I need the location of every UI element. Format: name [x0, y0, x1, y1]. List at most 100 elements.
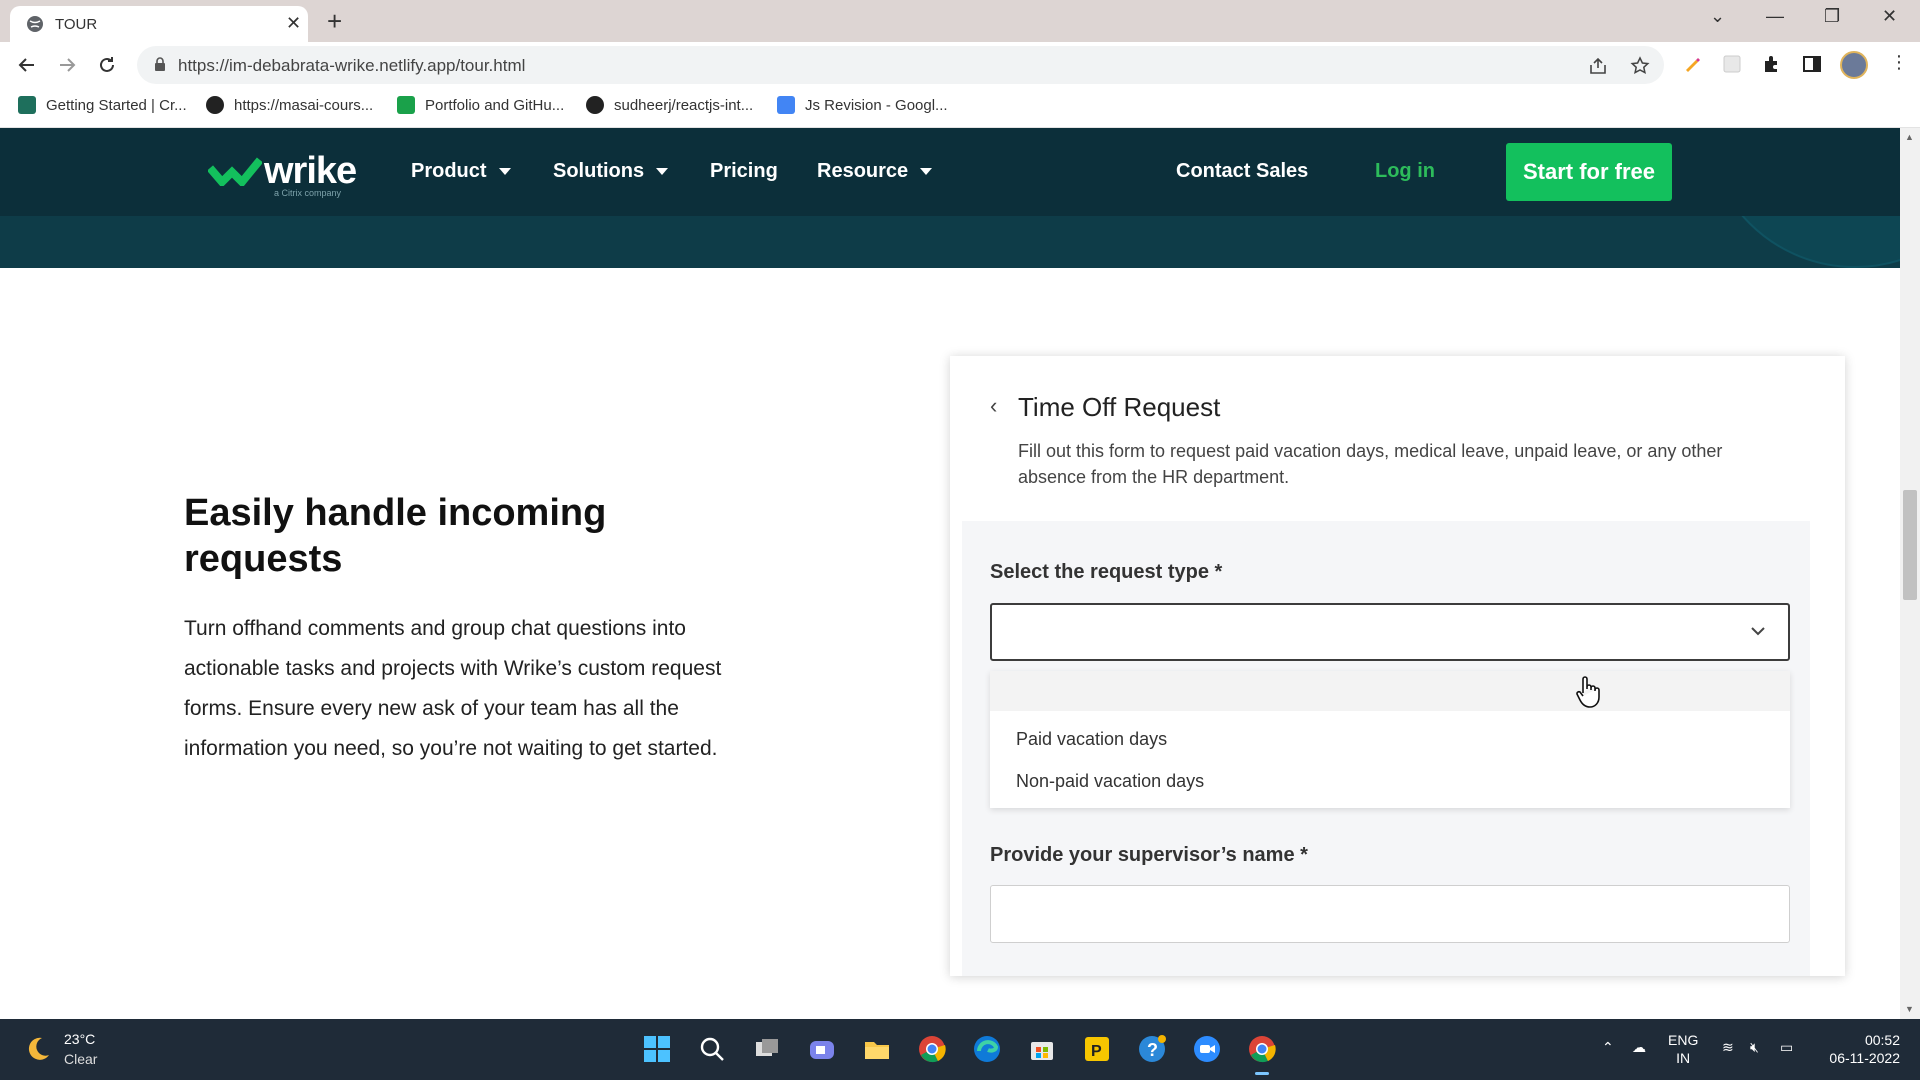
site-header: wrike a Citrix company Product Solutions…: [0, 128, 1900, 268]
page-viewport: wrike a Citrix company Product Solutions…: [0, 128, 1900, 1019]
logo-subtitle: a Citrix company: [274, 188, 342, 198]
logo-wordmark: wrike: [264, 150, 357, 192]
back-chevron-icon[interactable]: ‹: [990, 393, 997, 419]
scroll-up-arrow-icon[interactable]: ▲: [1905, 132, 1914, 142]
close-window-icon[interactable]: ✕: [1882, 6, 1897, 27]
chrome-icon[interactable]: [915, 1032, 949, 1066]
task-view-icon[interactable]: [750, 1032, 784, 1066]
bookmark-label: Getting Started | Cr...: [46, 96, 187, 114]
moon-icon: [28, 1037, 49, 1060]
bookmark-item[interactable]: Portfolio and GitHu...: [397, 96, 564, 114]
restore-icon[interactable]: ❐: [1824, 6, 1840, 27]
input-language[interactable]: ENG IN: [1668, 1031, 1698, 1067]
zoom-icon[interactable]: [1190, 1032, 1224, 1066]
bookmark-item[interactable]: sudheerj/reactjs-int...: [586, 96, 753, 114]
extensions-puzzle-icon[interactable]: [1762, 54, 1782, 74]
option-paid-vacation[interactable]: Paid vacation days: [990, 719, 1790, 759]
option-non-paid-vacation[interactable]: Non-paid vacation days: [990, 761, 1790, 801]
bookmark-star-icon[interactable]: [1630, 56, 1650, 76]
close-tab-icon[interactable]: ✕: [286, 14, 301, 32]
caret-down-icon: [656, 168, 669, 175]
minimize-icon[interactable]: —: [1766, 6, 1784, 27]
system-clock[interactable]: 00:52 06-11-2022: [1816, 1031, 1900, 1067]
back-icon[interactable]: [14, 52, 40, 78]
github-icon: [586, 96, 604, 114]
caret-down-icon: [920, 168, 933, 175]
page-scrollbar[interactable]: ▲ ▼: [1900, 128, 1920, 1019]
form-title: Time Off Request: [1018, 392, 1221, 422]
nav-pricing-label: Pricing: [710, 160, 778, 182]
time-off-form-panel: ‹ Time Off Request Fill out this form to…: [950, 356, 1845, 976]
extension-placeholder-icon[interactable]: [1722, 54, 1742, 74]
url-text: https://im-debabrata-wrike.netlify.app/t…: [178, 56, 526, 75]
caret-down-icon: [498, 168, 511, 175]
section-body: Turn offhand comments and group chat que…: [184, 617, 722, 760]
bookmark-item[interactable]: Js Revision - Googl...: [777, 96, 948, 114]
svg-text:P: P: [1091, 1043, 1102, 1060]
globe-icon: [206, 96, 224, 114]
section-headline: Easily handle incoming requests: [184, 492, 607, 580]
volume-muted-icon[interactable]: 🔇︎: [1750, 1039, 1759, 1056]
nav-pricing[interactable]: Pricing: [710, 160, 778, 183]
battery-icon[interactable]: ▭: [1780, 1039, 1793, 1056]
bookmark-item[interactable]: Getting Started | Cr...: [18, 96, 187, 114]
nav-product-label: Product: [411, 160, 487, 182]
tray-chevron-up-icon[interactable]: ⌃: [1602, 1039, 1614, 1056]
request-type-label: Select the request type *: [990, 561, 1223, 583]
notes-app-icon[interactable]: P: [1080, 1032, 1114, 1066]
language-code: ENG: [1668, 1032, 1699, 1048]
lock-icon: [155, 57, 165, 71]
start-menu-icon[interactable]: [640, 1032, 674, 1066]
browser-tab-bar: TOUR ✕ + ⌄ — ❐ ✕: [0, 0, 1920, 42]
tab-search-icon[interactable]: ⌄: [1710, 6, 1725, 27]
bookmark-label: Portfolio and GitHu...: [425, 96, 565, 114]
nav-product[interactable]: Product: [411, 160, 511, 183]
search-icon[interactable]: [695, 1032, 729, 1066]
request-type-select[interactable]: [990, 603, 1790, 661]
bookmarks-bar: Getting Started | Cr... https://masai-co…: [0, 88, 1920, 128]
new-tab-icon[interactable]: +: [327, 8, 342, 34]
bookmark-item[interactable]: https://masai-cours...: [206, 96, 373, 114]
wifi-icon[interactable]: ≋: [1722, 1039, 1734, 1056]
browser-tab[interactable]: TOUR ✕: [10, 6, 308, 42]
bookmark-label: Js Revision - Googl...: [805, 96, 948, 114]
scroll-down-arrow-icon[interactable]: ▼: [1905, 1004, 1914, 1014]
address-bar[interactable]: https://im-debabrata-wrike.netlify.app/t…: [137, 46, 1664, 84]
help-icon[interactable]: ?: [1135, 1032, 1169, 1066]
profile-avatar[interactable]: [1840, 51, 1868, 79]
onedrive-offline-icon[interactable]: ☁: [1632, 1039, 1646, 1056]
teams-chat-icon[interactable]: [805, 1032, 839, 1066]
bookmark-label: sudheerj/reactjs-int...: [614, 96, 754, 114]
forward-icon[interactable]: [54, 52, 80, 78]
supervisor-name-label: Provide your supervisor’s name *: [990, 844, 1308, 866]
more-menu-icon[interactable]: ⋮: [1890, 52, 1908, 73]
site-navbar: wrike a Citrix company Product Solutions…: [0, 128, 1900, 216]
nav-solutions[interactable]: Solutions: [553, 160, 669, 183]
nav-resource[interactable]: Resource: [817, 160, 933, 183]
scrollbar-thumb[interactable]: [1903, 490, 1917, 600]
weather-condition: Clear: [64, 1051, 98, 1067]
bookmark-favicon-icon: [18, 96, 36, 114]
wrike-logo[interactable]: wrike a Citrix company: [208, 150, 368, 198]
option-empty[interactable]: [990, 671, 1790, 711]
chevron-down-icon: [1751, 627, 1765, 636]
tab-title: TOUR: [55, 16, 98, 33]
edge-icon[interactable]: [970, 1032, 1004, 1066]
windows-taskbar: 23°C Clear P ? ⌃ ☁ ENG IN ≋ 🔇︎ ▭ 00:52 0…: [0, 1019, 1920, 1080]
store-icon[interactable]: [1025, 1032, 1059, 1066]
nav-resource-label: Resource: [817, 160, 909, 182]
side-panel-icon[interactable]: [1802, 54, 1822, 74]
svg-text:?: ?: [1147, 1040, 1158, 1060]
nav-login[interactable]: Log in: [1375, 160, 1435, 183]
start-for-free-button[interactable]: Start for free: [1506, 143, 1672, 201]
nav-login-label: Log in: [1375, 160, 1435, 182]
nav-contact-sales[interactable]: Contact Sales: [1176, 160, 1308, 183]
nav-solutions-label: Solutions: [553, 160, 645, 182]
share-icon[interactable]: [1588, 56, 1608, 76]
supervisor-name-input[interactable]: [990, 885, 1790, 943]
clock-date: 06-11-2022: [1829, 1050, 1900, 1066]
pencil-extension-icon[interactable]: [1682, 54, 1702, 74]
reload-icon[interactable]: [94, 52, 120, 78]
file-explorer-icon[interactable]: [860, 1032, 894, 1066]
chrome-active-icon[interactable]: [1245, 1032, 1279, 1075]
